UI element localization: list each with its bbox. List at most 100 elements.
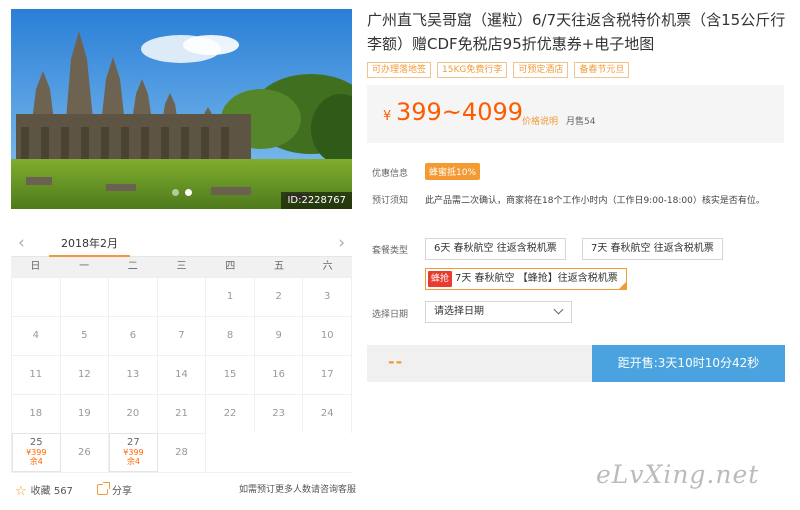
calendar-empty-cell: [12, 277, 61, 316]
day-number: 13: [126, 369, 140, 380]
date-select-label: 选择日期: [372, 310, 409, 320]
day-number: 18: [29, 408, 43, 419]
selected-check-icon: [617, 281, 627, 290]
calendar-month[interactable]: 2018年2月: [49, 230, 130, 257]
calendar-day: 10: [303, 316, 352, 355]
price-range: 399~4099: [396, 98, 523, 126]
calendar-day: 22: [206, 394, 255, 433]
feature-tag: 备春节元旦: [574, 62, 630, 78]
day-number: 14: [175, 369, 188, 380]
day-number: 15: [223, 369, 237, 380]
consult-note: 如需预订更多人数请咨询客服: [238, 485, 356, 495]
calendar-day: 7: [157, 316, 207, 355]
calendar-day: 13: [109, 355, 158, 394]
day-number: 26: [77, 447, 91, 458]
package-option-7day-flash[interactable]: 蜂抢 7天 春秋航空 【蜂抢】往返含税机票: [425, 268, 627, 290]
day-number: 12: [77, 369, 91, 380]
booking-notice-text: 此产品需二次确认，商家将在18个工作小时内（工作日9:00-18:00）核实是否…: [425, 196, 765, 206]
calendar-day: 28: [157, 433, 207, 472]
calendar-day: 21: [157, 394, 207, 433]
price-box: ¥ 399~4099 价格说明 月售54: [367, 85, 784, 143]
day-number: 8: [226, 330, 234, 341]
calendar-weekdays: 日一二三四五六: [11, 257, 352, 277]
date-select-placeholder: 请选择日期: [434, 306, 484, 317]
feature-tags: 可办理落地签 15KG免费行李 可预定酒店 备春节元旦: [367, 62, 630, 78]
product-photo[interactable]: ID:2228767: [11, 9, 352, 209]
calendar-day: 11: [12, 355, 61, 394]
calendar-day: 14: [157, 355, 207, 394]
day-number: 7: [178, 330, 185, 341]
day-number: 24: [320, 408, 334, 419]
day-number: 3: [324, 291, 331, 302]
calendar-day: 19: [60, 394, 110, 433]
chevron-down-icon: [553, 304, 564, 315]
day-number: 10: [320, 330, 334, 341]
day-number: 17: [320, 369, 334, 380]
package-label: 套餐类型: [372, 246, 409, 256]
carousel-dot[interactable]: [184, 189, 192, 196]
package-option-6day[interactable]: 6天 春秋航空 往返含税机票: [425, 238, 566, 260]
prev-month-icon[interactable]: ‹: [18, 233, 25, 253]
day-number: 22: [223, 408, 237, 419]
weekday-label: 四: [225, 261, 236, 272]
feature-tag: 15KG免费行李: [437, 62, 508, 78]
weekday-label: 二: [127, 261, 138, 272]
day-number: 4: [32, 330, 39, 341]
share-button[interactable]: 分享: [93, 482, 132, 497]
calendar-empty-cell: [60, 277, 110, 316]
calendar-day[interactable]: 25 ¥399 余4: [12, 433, 61, 472]
promo-label: 优惠信息: [372, 169, 409, 179]
day-number: 16: [272, 369, 285, 380]
calendar-day: 18: [12, 394, 61, 433]
day-price: ¥399: [123, 448, 144, 457]
calendar-day: 6: [109, 316, 158, 355]
share-bar: ☆ 收藏 567 分享 如需预订更多人数请咨询客服: [11, 482, 356, 499]
calendar-day: 24: [303, 394, 352, 433]
day-number: 1: [226, 291, 234, 302]
purchase-price-placeholder: --: [388, 352, 404, 371]
day-remaining: 余4: [126, 457, 140, 466]
angkor-temple-image: [11, 9, 352, 209]
package-option-text: 6天 春秋航空 往返含税机票: [434, 243, 557, 254]
site-watermark: eLvXing.net: [596, 460, 760, 489]
day-number: 2: [275, 291, 282, 302]
package-option-7day[interactable]: 7天 春秋航空 往返含税机票: [582, 238, 723, 260]
day-number: 6: [129, 330, 137, 341]
price-calendar: ‹ 2018年2月 › 日一二三四五六 1 2 3 4 5 6 7 8 9 10 11 12 13 14 1…: [11, 230, 352, 473]
weekday-label: 五: [273, 261, 284, 272]
package-option-text: 7天 春秋航空 往返含税机票: [591, 243, 714, 254]
day-price: ¥399: [26, 448, 47, 457]
calendar-day[interactable]: 27 ¥399 余4: [109, 433, 158, 472]
calendar-grid: 1 2 3 4 5 6 7 8 9 10 11 12 13 14 15 16 17 18 19 20 21 22 23 24 2…: [11, 277, 352, 473]
carousel-dot[interactable]: [171, 189, 179, 196]
flash-sale-badge: 蜂抢: [428, 271, 453, 287]
share-label: 分享: [112, 486, 132, 497]
price-explain-link[interactable]: 价格说明: [522, 114, 558, 127]
star-icon: ☆: [15, 484, 27, 499]
calendar-header: ‹ 2018年2月 ›: [11, 230, 352, 257]
day-number: 21: [175, 408, 188, 419]
day-number: 28: [175, 447, 188, 458]
product-title: 广州直飞吴哥窟（暹粒）6/7天往返含税特价机票（含15公斤行李额）赠CDF免税店…: [367, 11, 786, 53]
day-number: 23: [272, 408, 285, 419]
calendar-day: 8: [206, 316, 255, 355]
calendar-day: 16: [254, 355, 304, 394]
day-number: 5: [81, 330, 88, 341]
image-id-tag: ID:2228767: [281, 192, 352, 209]
share-icon: [97, 482, 110, 495]
next-month-icon[interactable]: ›: [338, 233, 345, 253]
sale-countdown-button[interactable]: 距开售:3天10时10分42秒: [592, 345, 785, 382]
calendar-day: 20: [109, 394, 158, 433]
monthly-sales: 月售54: [566, 117, 596, 127]
weekday-label: 日: [30, 261, 41, 272]
calendar-day: 15: [206, 355, 255, 394]
calendar-day: 5: [60, 316, 110, 355]
calendar-day: 9: [254, 316, 304, 355]
package-option-text: 7天 春秋航空 【蜂抢】往返含税机票: [455, 273, 618, 284]
favorite-button[interactable]: ☆ 收藏 567: [11, 482, 73, 499]
day-number: 20: [126, 408, 140, 419]
date-select[interactable]: 请选择日期: [425, 301, 572, 323]
feature-tag: 可办理落地签: [367, 62, 432, 78]
calendar-day: 1: [206, 277, 255, 316]
price-currency: ¥: [383, 109, 392, 124]
